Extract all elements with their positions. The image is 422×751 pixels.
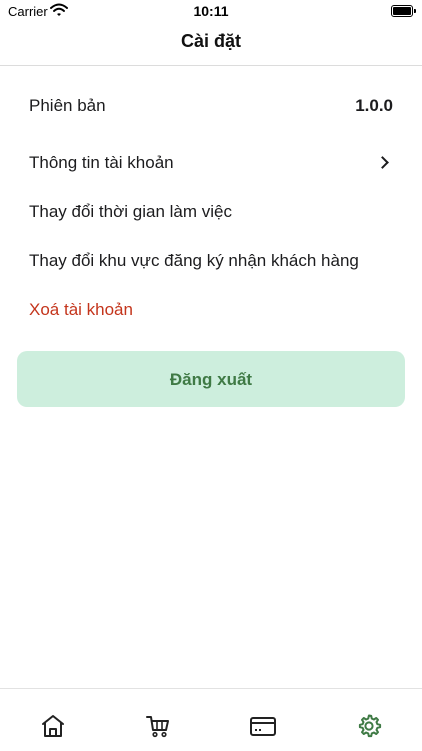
tab-bar	[0, 688, 422, 751]
change-region-label: Thay đổi khu vực đăng ký nhận khách hàng	[29, 251, 359, 270]
battery-icon	[391, 5, 416, 17]
gear-icon	[358, 714, 382, 738]
page-title: Cài đặt	[180, 31, 241, 51]
change-region-row[interactable]: Thay đổi khu vực đăng ký nhận khách hàng	[29, 247, 393, 275]
logout-button[interactable]: Đăng xuất	[17, 351, 405, 407]
tab-settings[interactable]	[352, 709, 386, 743]
change-work-time-row[interactable]: Thay đổi thời gian làm việc	[29, 198, 393, 226]
card-icon	[250, 717, 276, 736]
version-label: Phiên bản	[29, 96, 106, 115]
header-divider	[0, 65, 422, 66]
delete-account-label: Xoá tài khoản	[29, 300, 133, 319]
status-time: 10:11	[193, 3, 229, 19]
status-bar: Carrier 10:11	[0, 0, 422, 22]
tab-cart[interactable]	[141, 709, 175, 743]
tab-card[interactable]	[246, 709, 280, 743]
change-work-time-label: Thay đổi thời gian làm việc	[29, 202, 232, 221]
chevron-right-icon	[376, 156, 389, 169]
account-info-row[interactable]: Thông tin tài khoản	[29, 149, 393, 177]
cart-icon	[146, 716, 169, 738]
account-info-label: Thông tin tài khoản	[29, 153, 174, 172]
version-value: 1.0.0	[355, 96, 393, 115]
delete-account-row[interactable]: Xoá tài khoản	[29, 296, 393, 324]
version-row: Phiên bản 1.0.0	[29, 92, 393, 120]
tab-home[interactable]	[36, 709, 70, 743]
home-icon	[42, 715, 64, 737]
